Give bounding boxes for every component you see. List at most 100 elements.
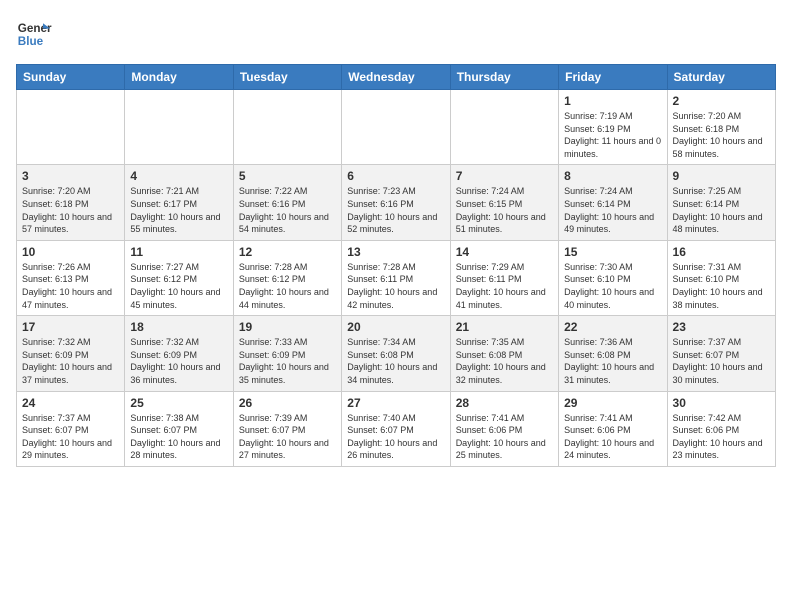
calendar-week-row: 1 Sunrise: 7:19 AM Sunset: 6:19 PM Daylig… [17,90,776,165]
calendar-cell [450,90,558,165]
calendar-cell: 23 Sunrise: 7:37 AM Sunset: 6:07 PM Dayli… [667,316,775,391]
day-info: Sunrise: 7:29 AM Sunset: 6:11 PM Dayligh… [456,261,553,311]
calendar-cell: 1 Sunrise: 7:19 AM Sunset: 6:19 PM Daylig… [559,90,667,165]
calendar-cell: 6 Sunrise: 7:23 AM Sunset: 6:16 PM Daylig… [342,165,450,240]
day-number: 29 [564,396,661,410]
day-number: 22 [564,320,661,334]
day-info: Sunrise: 7:26 AM Sunset: 6:13 PM Dayligh… [22,261,119,311]
calendar-week-row: 24 Sunrise: 7:37 AM Sunset: 6:07 PM Dayli… [17,391,776,466]
day-info: Sunrise: 7:40 AM Sunset: 6:07 PM Dayligh… [347,412,444,462]
calendar-cell: 14 Sunrise: 7:29 AM Sunset: 6:11 PM Dayli… [450,240,558,315]
day-info: Sunrise: 7:37 AM Sunset: 6:07 PM Dayligh… [22,412,119,462]
day-info: Sunrise: 7:23 AM Sunset: 6:16 PM Dayligh… [347,185,444,235]
day-info: Sunrise: 7:20 AM Sunset: 6:18 PM Dayligh… [673,110,770,160]
calendar-cell: 12 Sunrise: 7:28 AM Sunset: 6:12 PM Dayli… [233,240,341,315]
day-number: 7 [456,169,553,183]
day-number: 10 [22,245,119,259]
day-number: 19 [239,320,336,334]
calendar-cell: 18Sunrise: 7:32 AM Sunset: 6:09 PM Dayli… [125,316,233,391]
calendar-cell [17,90,125,165]
day-info: Sunrise: 7:37 AM Sunset: 6:07 PM Dayligh… [673,336,770,386]
day-number: 16 [673,245,770,259]
day-info: Sunrise: 7:33 AM Sunset: 6:09 PM Dayligh… [239,336,336,386]
day-info: Sunrise: 7:22 AM Sunset: 6:16 PM Dayligh… [239,185,336,235]
calendar-week-row: 3Sunrise: 7:20 AM Sunset: 6:18 PM Daylig… [17,165,776,240]
day-number: 13 [347,245,444,259]
day-info: Sunrise: 7:24 AM Sunset: 6:14 PM Dayligh… [564,185,661,235]
calendar-cell: 3Sunrise: 7:20 AM Sunset: 6:18 PM Daylig… [17,165,125,240]
calendar-cell: 11 Sunrise: 7:27 AM Sunset: 6:12 PM Dayli… [125,240,233,315]
page-header: General Blue [16,16,776,52]
day-number: 11 [130,245,227,259]
day-info: Sunrise: 7:35 AM Sunset: 6:08 PM Dayligh… [456,336,553,386]
day-number: 12 [239,245,336,259]
day-of-week-header: Thursday [450,65,558,90]
calendar-cell: 25 Sunrise: 7:38 AM Sunset: 6:07 PM Dayli… [125,391,233,466]
day-number: 25 [130,396,227,410]
day-number: 14 [456,245,553,259]
day-info: Sunrise: 7:32 AM Sunset: 6:09 PM Dayligh… [22,336,119,386]
day-info: Sunrise: 7:19 AM Sunset: 6:19 PM Dayligh… [564,110,661,160]
day-info: Sunrise: 7:34 AM Sunset: 6:08 PM Dayligh… [347,336,444,386]
day-number: 15 [564,245,661,259]
calendar-cell: 7 Sunrise: 7:24 AM Sunset: 6:15 PM Daylig… [450,165,558,240]
day-info: Sunrise: 7:27 AM Sunset: 6:12 PM Dayligh… [130,261,227,311]
day-info: Sunrise: 7:39 AM Sunset: 6:07 PM Dayligh… [239,412,336,462]
logo-icon: General Blue [16,16,52,52]
day-number: 2 [673,94,770,108]
day-info: Sunrise: 7:28 AM Sunset: 6:12 PM Dayligh… [239,261,336,311]
day-info: Sunrise: 7:41 AM Sunset: 6:06 PM Dayligh… [564,412,661,462]
calendar-cell: 19 Sunrise: 7:33 AM Sunset: 6:09 PM Dayli… [233,316,341,391]
day-of-week-header: Wednesday [342,65,450,90]
day-number: 24 [22,396,119,410]
calendar-week-row: 10 Sunrise: 7:26 AM Sunset: 6:13 PM Dayli… [17,240,776,315]
day-of-week-header: Monday [125,65,233,90]
calendar-cell: 26Sunrise: 7:39 AM Sunset: 6:07 PM Dayli… [233,391,341,466]
day-number: 20 [347,320,444,334]
day-number: 1 [564,94,661,108]
day-number: 28 [456,396,553,410]
day-number: 5 [239,169,336,183]
day-info: Sunrise: 7:20 AM Sunset: 6:18 PM Dayligh… [22,185,119,235]
day-info: Sunrise: 7:21 AM Sunset: 6:17 PM Dayligh… [130,185,227,235]
calendar-cell [233,90,341,165]
day-info: Sunrise: 7:31 AM Sunset: 6:10 PM Dayligh… [673,261,770,311]
calendar-cell: 15Sunrise: 7:30 AM Sunset: 6:10 PM Dayli… [559,240,667,315]
calendar-cell: 17 Sunrise: 7:32 AM Sunset: 6:09 PM Dayli… [17,316,125,391]
day-number: 4 [130,169,227,183]
calendar-cell [342,90,450,165]
day-info: Sunrise: 7:38 AM Sunset: 6:07 PM Dayligh… [130,412,227,462]
calendar-cell: 9 Sunrise: 7:25 AM Sunset: 6:14 PM Daylig… [667,165,775,240]
logo: General Blue [16,16,52,52]
svg-text:Blue: Blue [18,35,44,48]
day-number: 18 [130,320,227,334]
calendar-cell: 21Sunrise: 7:35 AM Sunset: 6:08 PM Dayli… [450,316,558,391]
calendar-cell: 29 Sunrise: 7:41 AM Sunset: 6:06 PM Dayli… [559,391,667,466]
svg-text:General: General [18,22,52,35]
calendar-cell: 13Sunrise: 7:28 AM Sunset: 6:11 PM Dayli… [342,240,450,315]
calendar-cell: 22 Sunrise: 7:36 AM Sunset: 6:08 PM Dayli… [559,316,667,391]
day-number: 6 [347,169,444,183]
day-number: 9 [673,169,770,183]
day-info: Sunrise: 7:25 AM Sunset: 6:14 PM Dayligh… [673,185,770,235]
calendar-cell: 5 Sunrise: 7:22 AM Sunset: 6:16 PM Daylig… [233,165,341,240]
calendar-cell [125,90,233,165]
day-info: Sunrise: 7:42 AM Sunset: 6:06 PM Dayligh… [673,412,770,462]
day-info: Sunrise: 7:36 AM Sunset: 6:08 PM Dayligh… [564,336,661,386]
day-info: Sunrise: 7:24 AM Sunset: 6:15 PM Dayligh… [456,185,553,235]
calendar-cell: 20 Sunrise: 7:34 AM Sunset: 6:08 PM Dayli… [342,316,450,391]
calendar-cell: 27Sunrise: 7:40 AM Sunset: 6:07 PM Dayli… [342,391,450,466]
calendar-header-row: SundayMondayTuesdayWednesdayThursdayFrid… [17,65,776,90]
day-of-week-header: Friday [559,65,667,90]
day-number: 8 [564,169,661,183]
day-of-week-header: Tuesday [233,65,341,90]
day-number: 30 [673,396,770,410]
day-of-week-header: Saturday [667,65,775,90]
day-number: 23 [673,320,770,334]
calendar-week-row: 17 Sunrise: 7:32 AM Sunset: 6:09 PM Dayli… [17,316,776,391]
day-number: 17 [22,320,119,334]
calendar-cell: 2 Sunrise: 7:20 AM Sunset: 6:18 PM Daylig… [667,90,775,165]
calendar-cell: 4 Sunrise: 7:21 AM Sunset: 6:17 PM Daylig… [125,165,233,240]
calendar-cell: 10 Sunrise: 7:26 AM Sunset: 6:13 PM Dayli… [17,240,125,315]
day-of-week-header: Sunday [17,65,125,90]
